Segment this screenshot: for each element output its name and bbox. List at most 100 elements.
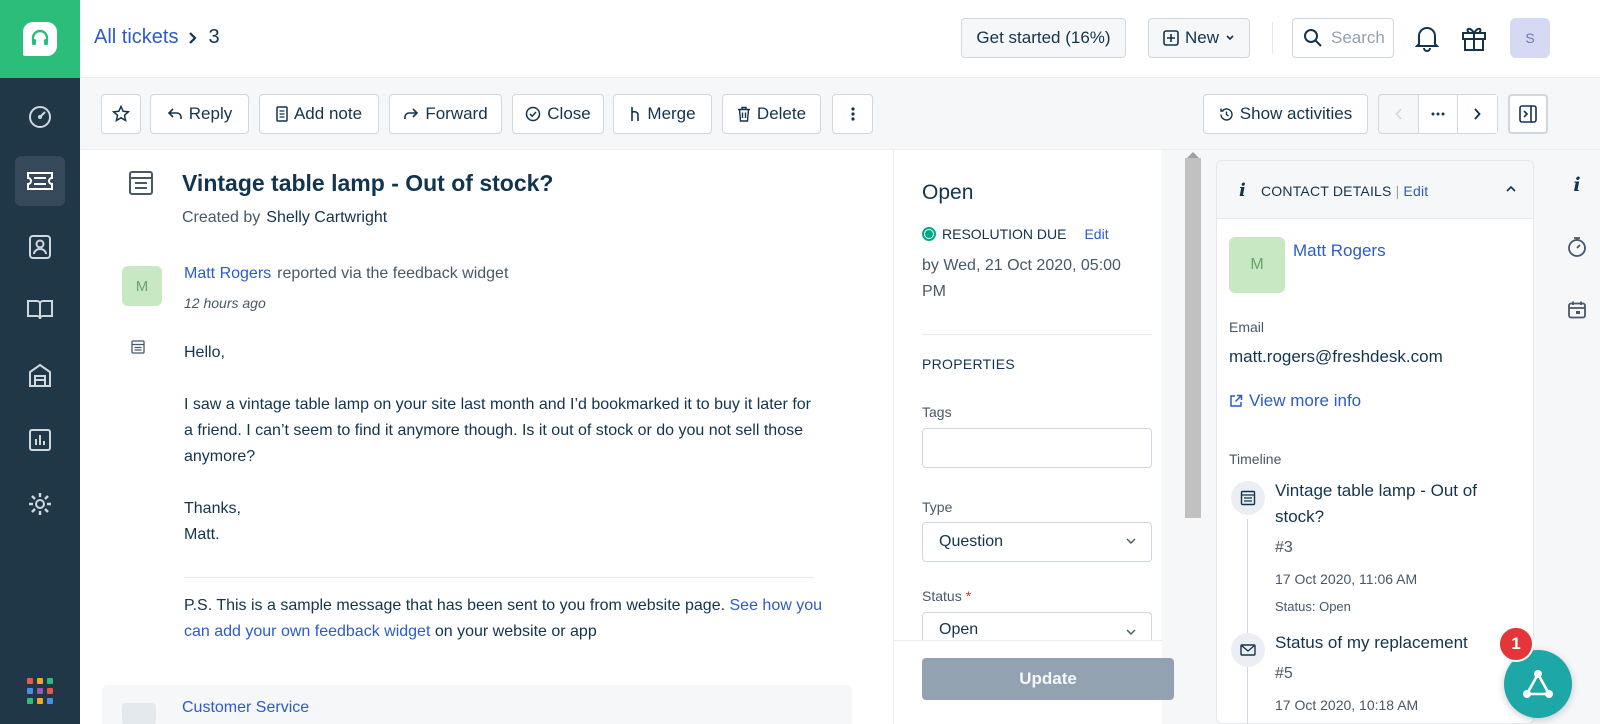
contact-name-link[interactable]: Matt Rogers	[1293, 241, 1386, 261]
message-greeting: Hello,	[184, 344, 225, 361]
contacts-icon[interactable]	[15, 222, 65, 272]
update-button[interactable]: Update	[922, 658, 1174, 700]
star-button[interactable]	[101, 94, 141, 134]
delete-button[interactable]: Delete	[722, 94, 821, 134]
feedback-widget-icon	[131, 340, 145, 357]
close-ticket-button[interactable]: Close	[512, 94, 604, 134]
ellipsis-icon	[1431, 112, 1445, 116]
calendar-icon[interactable]	[1554, 300, 1600, 320]
forward-button[interactable]: Forward	[389, 94, 502, 134]
star-icon	[112, 105, 130, 123]
reply-author-link[interactable]: Customer Service	[182, 699, 309, 717]
breadcrumb: All tickets 3	[94, 26, 220, 49]
left-nav	[0, 0, 80, 724]
all-tickets-link[interactable]: All tickets	[94, 26, 178, 49]
conversation-pane: Vintage table lamp - Out of stock? Creat…	[80, 150, 893, 724]
prev-ticket-button[interactable]	[1379, 95, 1418, 133]
timeline-item-date: 17 Oct 2020, 10:18 AM	[1275, 697, 1419, 713]
dashboard-icon[interactable]	[15, 92, 65, 142]
gift-icon[interactable]	[1458, 22, 1490, 54]
search-icon	[1304, 29, 1322, 47]
timeline-label: Timeline	[1229, 451, 1282, 467]
contact-details-header[interactable]: i CONTACT DETAILS | Edit	[1217, 161, 1533, 219]
chevron-down-icon	[1226, 35, 1234, 41]
reply-button[interactable]: Reply	[150, 94, 249, 134]
bell-icon[interactable]	[1412, 22, 1442, 54]
created-by-label: Created by	[182, 209, 261, 226]
type-value: Question	[939, 533, 1004, 550]
timeline-item-date: 17 Oct 2020, 11:06 AM	[1275, 571, 1418, 587]
note-icon	[276, 106, 288, 122]
timeline-item-title[interactable]: Status of my replacement	[1275, 630, 1515, 656]
ticket-title: Vintage table lamp - Out of stock?	[182, 170, 554, 196]
merge-button[interactable]: Merge	[613, 94, 712, 134]
properties-divider	[922, 334, 1152, 335]
new-button[interactable]: New	[1148, 18, 1250, 58]
add-note-label: Add note	[293, 104, 363, 123]
search-input[interactable]: Search	[1292, 18, 1394, 58]
contact-edit-link[interactable]: Edit	[1403, 183, 1428, 199]
reply-icon	[167, 108, 182, 119]
resolution-due: RESOLUTION DUE Edit	[922, 226, 1109, 242]
message-time: 12 hours ago	[184, 295, 266, 311]
tickets-icon[interactable]	[15, 156, 65, 206]
get-started-label: Get started (16%)	[976, 28, 1111, 47]
status-select[interactable]: Open	[922, 612, 1152, 640]
properties-pane: Open RESOLUTION DUE Edit by Wed, 21 Oct …	[893, 150, 1174, 724]
apps-grid-icon[interactable]	[27, 678, 53, 704]
info-icon: i	[1239, 180, 1246, 201]
type-select[interactable]: Question	[922, 522, 1152, 562]
ticket-type-icon	[128, 170, 154, 199]
merge-icon	[631, 107, 640, 121]
external-link-icon	[1230, 394, 1243, 407]
ticket-list-button[interactable]	[1418, 95, 1458, 133]
view-more-info-link[interactable]: View more info	[1229, 391, 1361, 411]
network-icon	[1523, 670, 1553, 698]
resolution-edit-link[interactable]: Edit	[1084, 226, 1108, 242]
type-label: Type	[922, 499, 953, 515]
forward-label: Forward	[425, 104, 488, 123]
email-icon	[1231, 633, 1265, 667]
contact-avatar: M	[1229, 237, 1285, 293]
message-text: I saw a vintage table lamp on your site …	[184, 396, 811, 465]
chevron-right-icon	[189, 31, 198, 44]
forward-icon	[404, 108, 419, 119]
required-asterisk: *	[965, 588, 972, 604]
freshdesk-logo[interactable]	[0, 0, 80, 78]
knowledge-base-icon[interactable]	[15, 285, 65, 335]
message-author-link[interactable]: Matt Rogers	[184, 265, 271, 282]
more-actions-button[interactable]	[832, 94, 873, 134]
merge-label: Merge	[647, 104, 696, 123]
timeline-line	[1247, 519, 1248, 724]
timeline-item-title[interactable]: Vintage table lamp - Out of stock?	[1275, 478, 1515, 530]
properties-scrollbar[interactable]	[1185, 158, 1201, 518]
reply-avatar	[122, 703, 156, 724]
check-circle-icon	[526, 106, 541, 122]
settings-gear-icon[interactable]	[15, 479, 65, 529]
ps-text: P.S. This is a sample message that has b…	[184, 597, 726, 614]
resolution-due-label: RESOLUTION DUE	[942, 226, 1067, 242]
social-icon[interactable]	[15, 350, 65, 400]
toggle-sidebar-button[interactable]	[1508, 94, 1548, 134]
reply-label: Reply	[188, 104, 233, 123]
timeline-item-status: Status: Open	[1275, 599, 1351, 614]
get-started-button[interactable]: Get started (16%)	[961, 18, 1126, 58]
ticket-id: 3	[208, 26, 220, 48]
created-by-name: Shelly Cartwright	[266, 209, 388, 226]
reports-icon[interactable]	[15, 415, 65, 465]
info-icon[interactable]: i	[1554, 174, 1600, 196]
ticket-icon	[1231, 481, 1265, 515]
show-activities-button[interactable]: Show activities	[1203, 94, 1368, 134]
created-by: Created by Shelly Cartwright	[182, 209, 387, 227]
tags-label: Tags	[922, 404, 952, 420]
add-note-button[interactable]: Add note	[259, 94, 379, 134]
timer-icon[interactable]	[1554, 236, 1600, 258]
email-label: Email	[1229, 319, 1265, 335]
header-divider	[1272, 22, 1273, 54]
user-avatar[interactable]: S	[1510, 18, 1550, 58]
next-ticket-button[interactable]	[1457, 95, 1498, 133]
status-value: Open	[939, 621, 979, 638]
tags-input[interactable]	[922, 428, 1152, 468]
chevron-up-icon[interactable]	[1505, 185, 1517, 193]
chevron-left-icon	[1395, 108, 1402, 120]
